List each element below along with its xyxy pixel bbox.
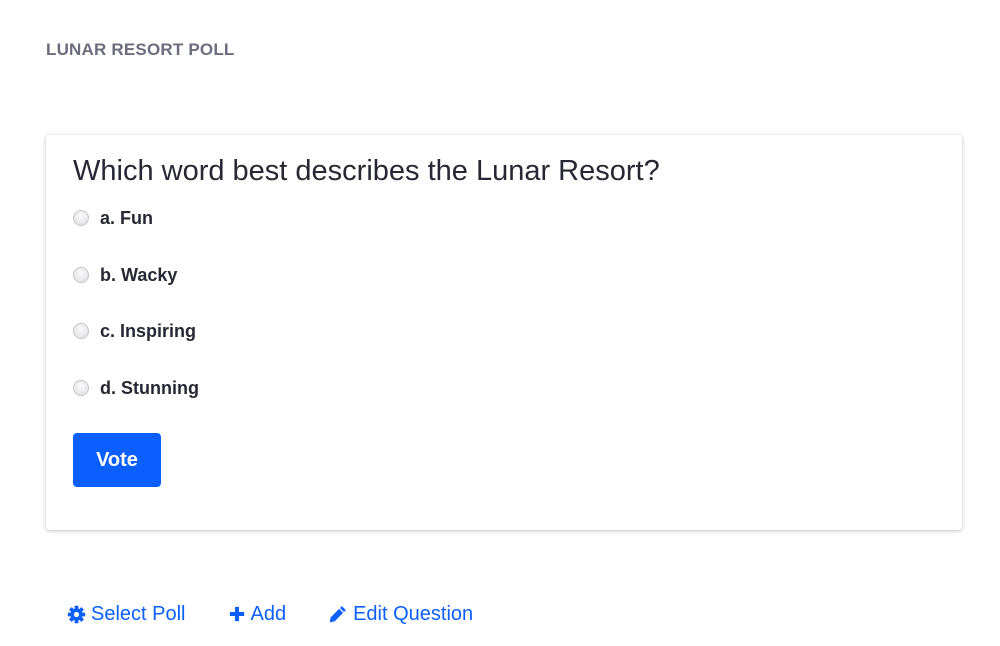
choice-radio-b[interactable] xyxy=(73,267,89,283)
pencil-icon xyxy=(328,604,348,624)
select-poll-link[interactable]: Select Poll xyxy=(67,600,186,628)
edit-question-link[interactable]: Edit Question xyxy=(328,600,473,628)
choice-label-c: c. Inspiring xyxy=(100,321,197,341)
poll-question: Which word best describes the Lunar Reso… xyxy=(73,155,660,187)
choice-label-a: a. Fun xyxy=(100,208,153,228)
choice-radio-a[interactable] xyxy=(73,210,89,226)
choice-option-b[interactable]: b. Wacky xyxy=(73,264,177,286)
choice-label-b: b. Wacky xyxy=(100,265,178,285)
choice-option-c[interactable]: c. Inspiring xyxy=(73,320,196,342)
edit-question-label: Edit Question xyxy=(353,603,474,625)
poll-card: Which word best describes the Lunar Reso… xyxy=(46,135,962,530)
choice-label-d: d. Stunning xyxy=(100,378,199,398)
choice-option-a[interactable]: a. Fun xyxy=(73,207,153,229)
choice-radio-c[interactable] xyxy=(73,323,89,339)
plus-icon xyxy=(228,605,246,623)
portlet-title: LUNAR RESORT POLL xyxy=(46,40,235,59)
poll-actions: Select Poll Add Edit Question xyxy=(67,600,473,628)
add-label: Add xyxy=(250,603,287,625)
choice-option-d[interactable]: d. Stunning xyxy=(73,377,199,399)
choice-radio-d[interactable] xyxy=(73,380,89,396)
cog-icon xyxy=(67,605,86,624)
select-poll-label: Select Poll xyxy=(91,603,186,625)
vote-button[interactable]: Vote xyxy=(73,433,161,487)
add-link[interactable]: Add xyxy=(228,600,287,628)
